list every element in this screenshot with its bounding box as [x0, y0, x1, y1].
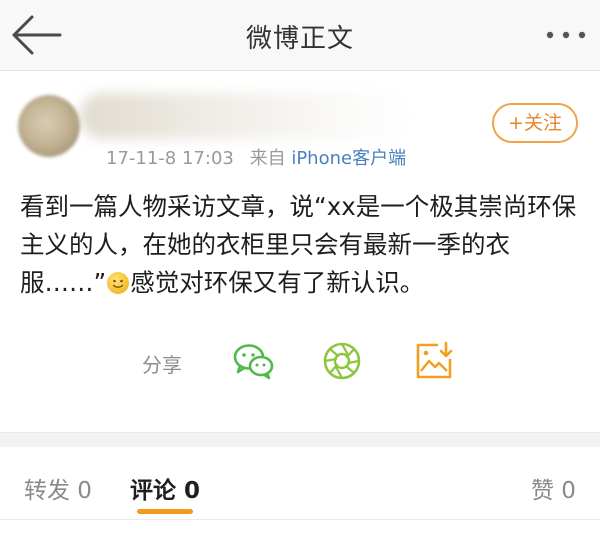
post-card: 17-11-8 17:03 来自 iPhone客户端 +关注 看到一篇人物采访文… — [0, 71, 600, 432]
post-timestamp: 17-11-8 17:03 — [106, 148, 234, 169]
smiley-emoji-icon — [107, 272, 130, 294]
post-tabs: 转发 0 评论 0 赞 0 — [0, 447, 600, 533]
post-meta: 17-11-8 17:03 来自 iPhone客户端 — [106, 144, 406, 170]
tab-repost[interactable]: 转发 0 — [24, 471, 92, 505]
save-image-button[interactable] — [412, 341, 456, 381]
more-options-button[interactable] — [544, 20, 588, 50]
weibo-post-page: 微博正文 17-11-8 17:03 来自 iPhone客户端 +关注 看到一篇… — [0, 0, 600, 533]
username-blurred[interactable] — [80, 93, 410, 139]
section-divider — [0, 432, 600, 447]
active-tab-indicator — [137, 509, 193, 514]
share-label: 分享 — [142, 353, 182, 377]
top-nav-bar: 微博正文 — [0, 0, 600, 71]
more-dots-icon — [546, 31, 586, 39]
tabs-bottom-divider — [0, 519, 600, 520]
wechat-icon — [233, 344, 274, 380]
save-image-icon — [416, 341, 453, 379]
page-title: 微博正文 — [245, 24, 354, 54]
tab-like[interactable]: 赞 0 — [531, 471, 576, 505]
source-prefix: 来自 — [249, 148, 286, 169]
share-row: 分享 — [0, 337, 600, 397]
post-source[interactable]: iPhone客户端 — [291, 148, 406, 169]
moments-icon — [323, 342, 361, 380]
avatar[interactable] — [18, 95, 80, 157]
post-body: 看到一篇人物采访文章，说“xx是一个极其崇尚环保主义的人，在她的衣柜里只会有最新… — [20, 188, 584, 302]
share-moments-button[interactable] — [320, 341, 364, 381]
follow-button[interactable]: +关注 — [492, 103, 578, 143]
post-text-tail: 感觉对环保又有了新认识。 — [130, 268, 425, 297]
share-wechat-button[interactable] — [232, 341, 276, 381]
tab-comment[interactable]: 评论 0 — [130, 471, 200, 505]
